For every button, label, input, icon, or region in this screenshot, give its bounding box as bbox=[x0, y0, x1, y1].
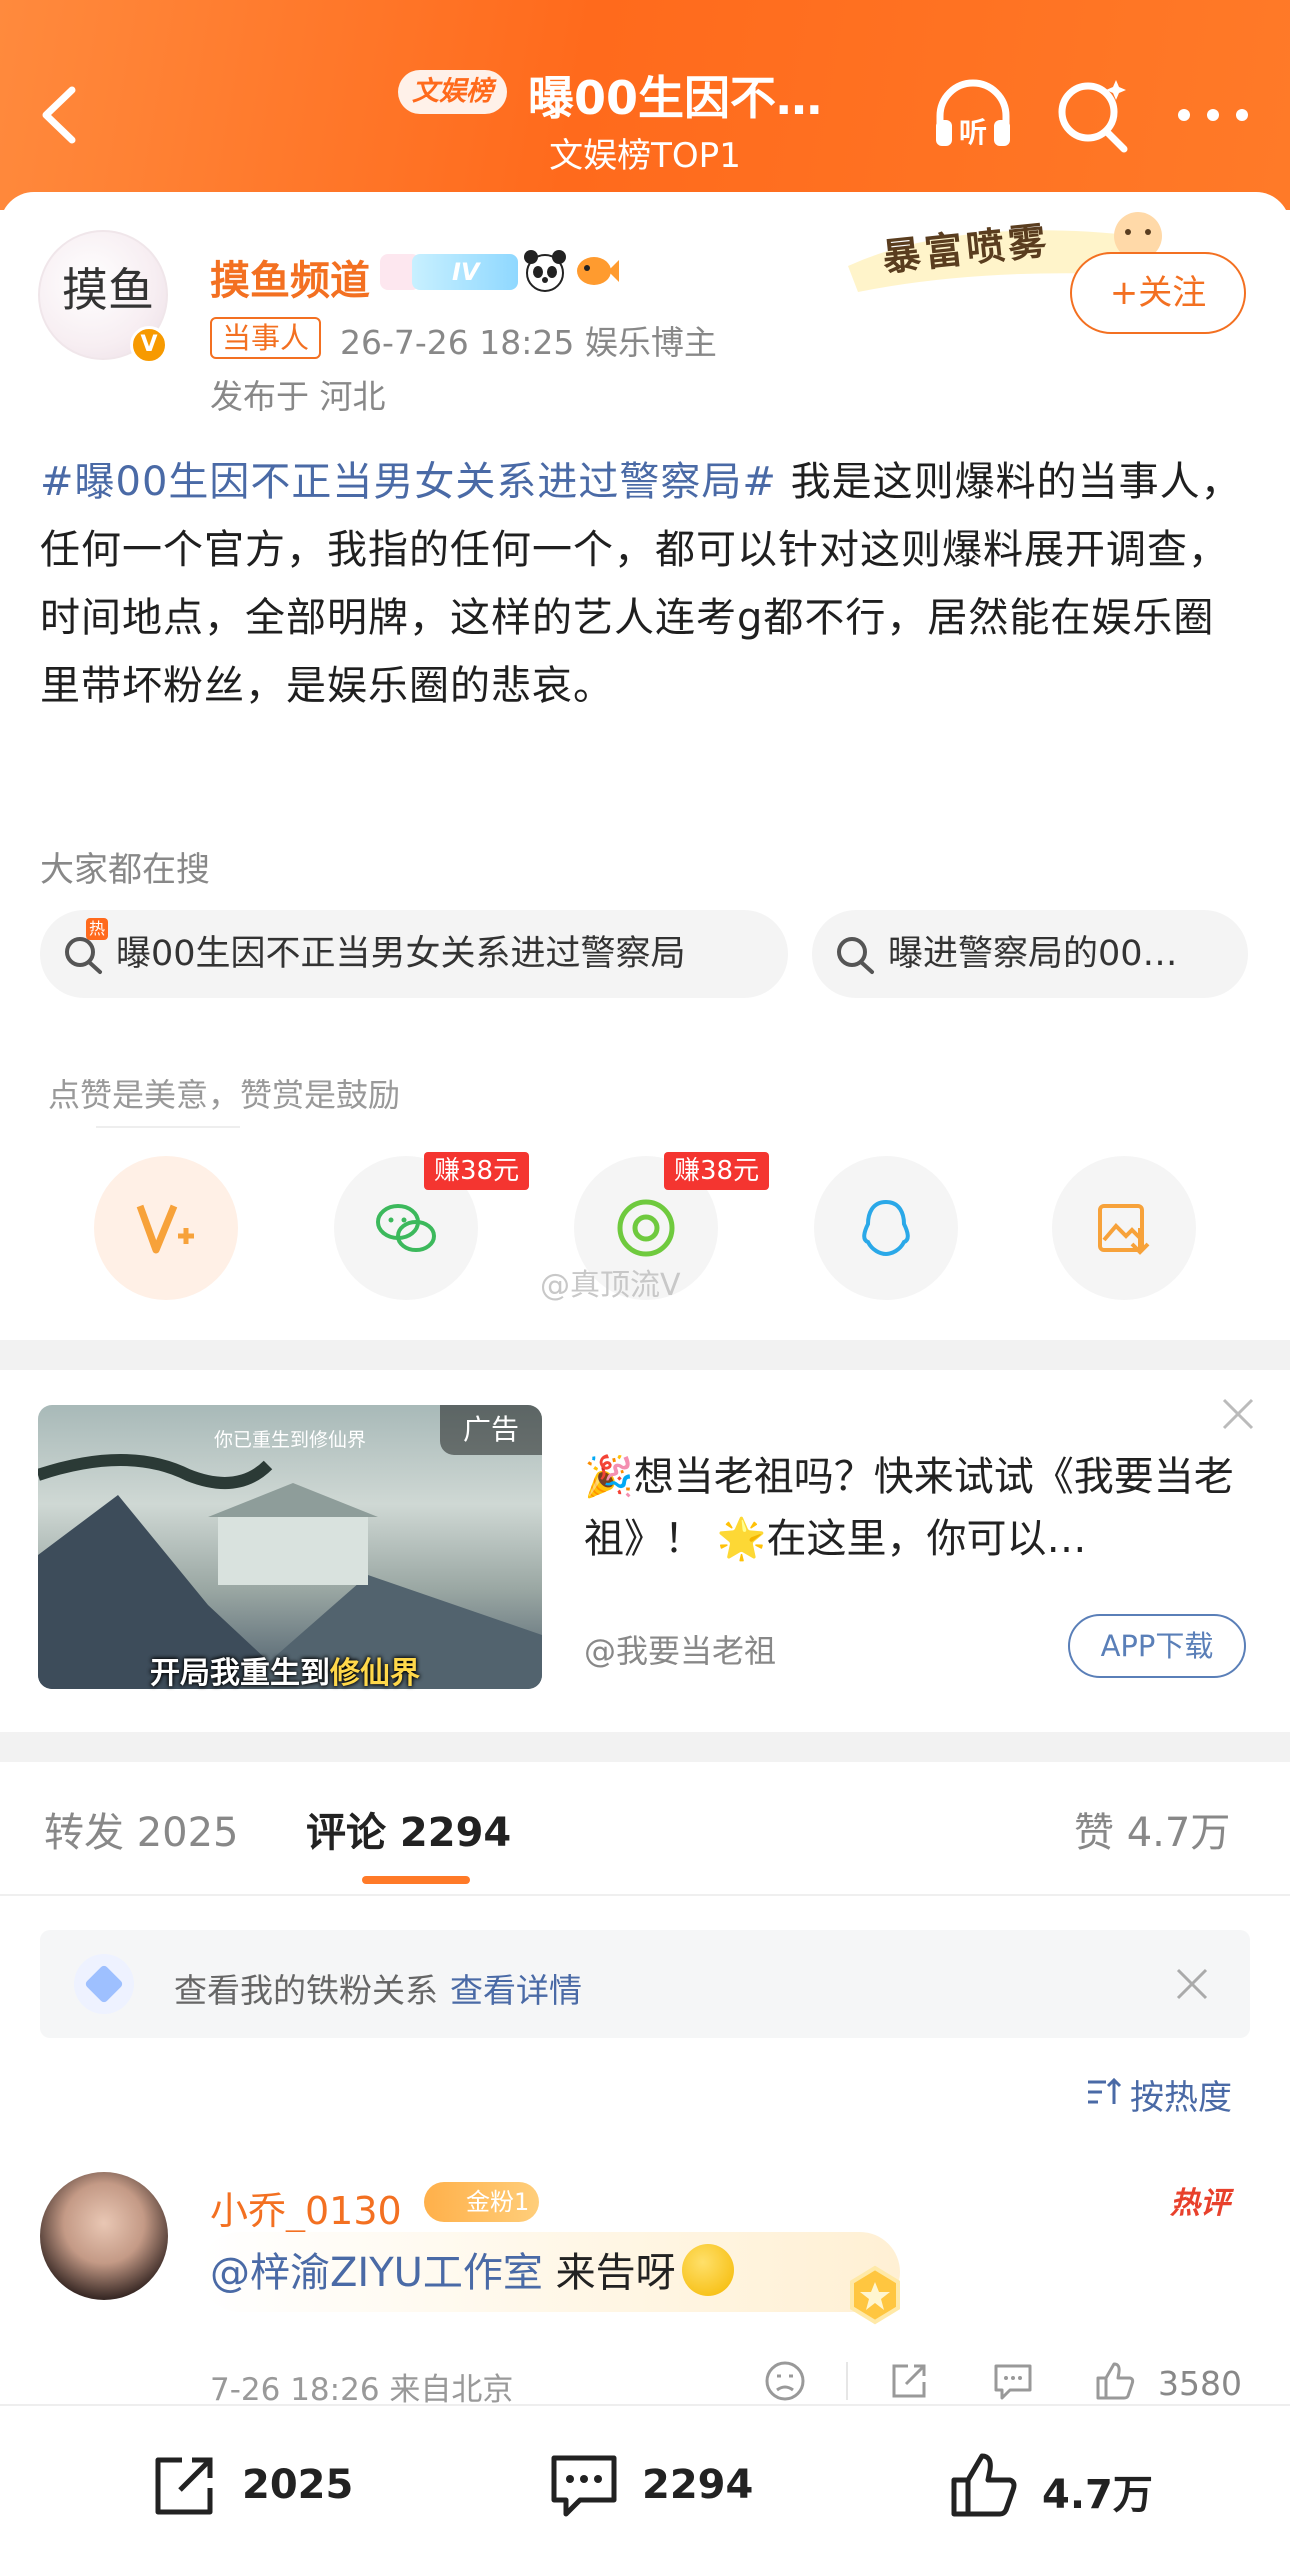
earn-badge-wechat: 赚38元 bbox=[424, 1152, 530, 1190]
tongue-emoji-icon bbox=[681, 2244, 734, 2296]
fan-relation-label: 查看我的铁粉关系 bbox=[174, 1971, 438, 2010]
search-pill-1-label: 曝00生因不正当男女关系进过警察局 bbox=[116, 934, 686, 974]
comment-icon[interactable] bbox=[990, 2358, 1036, 2404]
sort-icon bbox=[1088, 2077, 1122, 2104]
page-title: 曝00生因不… bbox=[528, 71, 823, 125]
reward-v-icon bbox=[136, 1204, 194, 1254]
verified-badge-icon: V bbox=[130, 326, 168, 364]
bottom-repost-count: 2025 bbox=[242, 2462, 354, 2508]
ad-text[interactable]: 🎉想当老祖吗？快来试试《我要当老祖》！ 🌟在这里，你可以… bbox=[584, 1446, 1244, 1570]
section-divider-2 bbox=[0, 1732, 1290, 1762]
reward-button[interactable] bbox=[94, 1156, 238, 1300]
search-icon bbox=[837, 937, 874, 974]
post-location: 发布于 河北 bbox=[210, 377, 386, 416]
sort-toggle[interactable]: 按热度 bbox=[1088, 2070, 1232, 2119]
avatar-calligraphy: 摸鱼 bbox=[62, 263, 154, 317]
ad-image-top-text: 你已重生到修仙界 bbox=[214, 1429, 367, 1451]
comment-like-count: 3580 bbox=[1158, 2364, 1242, 2403]
search-pill-1[interactable]: 热 曝00生因不正当男女关系进过警察局 bbox=[40, 910, 788, 998]
post-hashtag[interactable]: #曝00生因不正当男女关系进过警察局# bbox=[40, 459, 777, 505]
close-icon[interactable] bbox=[1172, 1964, 1212, 2004]
tab-separator bbox=[0, 1894, 1290, 1896]
repost-icon[interactable] bbox=[886, 2358, 932, 2404]
comment-icon bbox=[551, 2455, 617, 2517]
commenter-name[interactable]: 小乔_0130 bbox=[210, 2180, 402, 2235]
reward-tip: 点赞是美意，赞赏是鼓励 bbox=[48, 1076, 401, 1114]
panda-icon bbox=[524, 250, 566, 292]
fan-diamond-icon bbox=[74, 1954, 134, 2014]
tab-repost[interactable]: 转发 2025 bbox=[44, 1800, 239, 1858]
search-pill-2[interactable]: 曝进警察局的00… bbox=[812, 910, 1248, 998]
headphones-listen-icon[interactable]: 听 bbox=[930, 72, 1016, 158]
ad-caption: 开局我重生到修仙界 bbox=[150, 1648, 420, 1692]
moments-icon bbox=[617, 1199, 675, 1257]
ad-label: 广告 bbox=[440, 1405, 542, 1455]
ad-caption-b: 修仙界 bbox=[330, 1656, 420, 1691]
comment-text: @梓渝ZIYU工作室 来告呀 bbox=[210, 2240, 734, 2298]
hot-mark: 热 bbox=[86, 918, 108, 940]
qq-share-button[interactable] bbox=[814, 1156, 958, 1300]
commenter-avatar[interactable] bbox=[40, 2172, 168, 2300]
section-divider bbox=[0, 1340, 1290, 1370]
hot-comment-badge: 热评 bbox=[1170, 2186, 1230, 2221]
sort-label: 按热度 bbox=[1130, 2078, 1232, 2118]
fish-icon bbox=[577, 257, 619, 285]
bottom-comment-count: 2294 bbox=[642, 2462, 754, 2508]
action-divider bbox=[846, 2362, 848, 2400]
watermark: @真顶流V bbox=[540, 1268, 681, 1303]
level-badge: IV bbox=[412, 254, 518, 290]
like-icon bbox=[951, 2453, 1017, 2517]
search-section-title: 大家都在搜 bbox=[40, 850, 210, 890]
tab-comments[interactable]: 评论 2294 bbox=[306, 1800, 511, 1858]
qq-icon bbox=[862, 1199, 910, 1257]
close-icon[interactable] bbox=[1216, 1392, 1260, 1436]
ranking-tag: 文娱榜 bbox=[398, 70, 507, 114]
like-icon[interactable] bbox=[1092, 2358, 1138, 2404]
medal-icon bbox=[850, 2265, 900, 2325]
wechat-icon bbox=[376, 1204, 436, 1252]
tab-likes[interactable]: 赞 4.7万 bbox=[1074, 1800, 1230, 1858]
post-body: #曝00生因不正当男女关系进过警察局# 我是这则爆料的当事人，任何一个官方，我指… bbox=[40, 448, 1250, 720]
ad-author[interactable]: @我要当老祖 bbox=[584, 1626, 776, 1672]
bottom-like-count: 4.7万 bbox=[1042, 2472, 1153, 2518]
app-download-button[interactable]: APP下载 bbox=[1068, 1614, 1246, 1678]
tip-pointer-line bbox=[96, 1126, 240, 1128]
save-image-icon bbox=[1098, 1204, 1150, 1255]
search-icon[interactable] bbox=[1050, 72, 1136, 158]
earn-badge-moments: 赚38元 bbox=[664, 1152, 770, 1190]
fan-relation-link[interactable]: 查看详情 bbox=[450, 1971, 582, 2010]
search-pill-2-label: 曝进警察局的00… bbox=[888, 934, 1178, 974]
comment-meta: 7-26 18:26 来自北京 bbox=[210, 2372, 514, 2408]
more-icon[interactable] bbox=[1170, 72, 1256, 158]
save-image-button[interactable] bbox=[1052, 1156, 1196, 1300]
active-tab-indicator bbox=[362, 1876, 470, 1884]
author-name[interactable]: 摸鱼频道 bbox=[210, 248, 370, 306]
post-meta: 26-7-26 18:25 娱乐博主 bbox=[340, 323, 717, 362]
top-header: 文娱榜 曝00生因不… 文娱榜TOP1 听 bbox=[0, 0, 1290, 210]
fan-level-badge: 金粉1 bbox=[424, 2182, 540, 2222]
comment-body: 来告呀 bbox=[542, 2250, 676, 2296]
comment-mention[interactable]: @梓渝ZIYU工作室 bbox=[210, 2250, 543, 2296]
listen-label: 听 bbox=[959, 116, 987, 149]
repost-icon bbox=[155, 2457, 213, 2515]
fan-relation-text: 查看我的铁粉关系 查看详情 bbox=[174, 1964, 582, 2012]
follow-button[interactable]: +关注 bbox=[1070, 252, 1246, 334]
dislike-face-icon[interactable] bbox=[762, 2358, 808, 2404]
ad-caption-a: 开局我重生到 bbox=[150, 1656, 330, 1691]
role-tag: 当事人 bbox=[210, 317, 322, 359]
